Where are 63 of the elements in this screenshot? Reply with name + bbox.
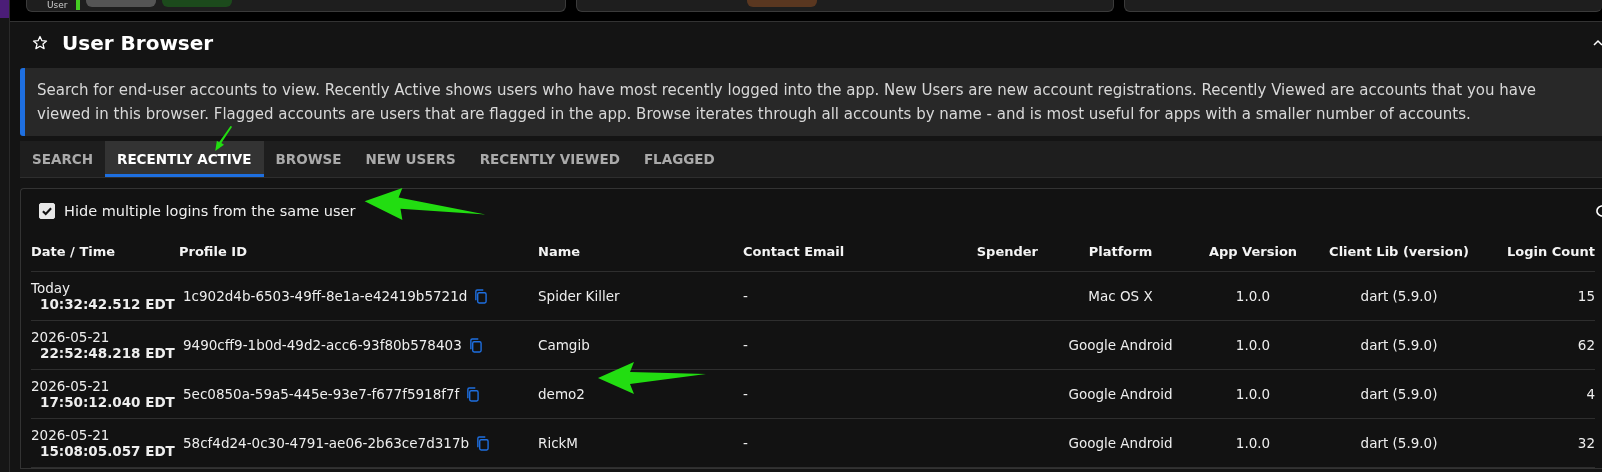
date-text: 2026-05-21: [31, 329, 110, 345]
profile-id: 9490cff9-1b0d-49d2-acc6-93f80b578403: [183, 337, 462, 353]
table-cell: dart (5.9.0): [1303, 370, 1495, 419]
column-header: Profile ID: [179, 233, 538, 272]
table-cell: 1.0.0: [1203, 272, 1303, 321]
tab[interactable]: RECENTLY VIEWED: [467, 141, 632, 177]
time-text: 17:50:12.040 EDT: [39, 394, 175, 410]
table-cell: Google Android: [1038, 321, 1203, 370]
table-cell: -: [743, 370, 943, 419]
time-text: 22:52:48.218 EDT: [39, 345, 175, 361]
tab[interactable]: RECENTLY ACTIVE: [105, 141, 264, 177]
copy-icon[interactable]: [476, 435, 490, 451]
annotation-arrow: [214, 126, 234, 152]
table-cell: Google Android: [1038, 419, 1203, 468]
column-header: Name: [538, 233, 743, 272]
column-header: Date / Time: [31, 233, 179, 272]
table-cell: RickM: [538, 419, 743, 468]
table-cell: 1.0.0: [1203, 321, 1303, 370]
tab[interactable]: FLAGGED: [631, 141, 727, 177]
table-cell: dart (5.9.0): [1303, 419, 1495, 468]
column-header: Login Count: [1495, 233, 1595, 272]
table-cell: -: [743, 419, 943, 468]
status-pill: [747, 0, 817, 7]
profile-id: 1c902d4b-6503-49ff-8e1a-e42419b5721d: [183, 288, 468, 304]
table-cell: dart (5.9.0): [1303, 272, 1495, 321]
tab[interactable]: BROWSE: [263, 141, 354, 177]
column-header: Platform: [1038, 233, 1203, 272]
date-text: Today: [31, 280, 71, 296]
date-text: 2026-05-21: [31, 378, 110, 394]
star-icon[interactable]: [32, 35, 48, 51]
card-label: User: [27, 0, 80, 10]
table-cell: -: [743, 321, 943, 370]
table-cell: Google Android: [1038, 370, 1203, 419]
table-cell: 1.0.0: [1203, 419, 1303, 468]
profile-id: 58cf4d24-0c30-4791-ae06-2b63ce7d317b: [183, 435, 470, 451]
table-cell: 15: [1495, 272, 1595, 321]
profile-id: 5ec0850a-59a5-445e-93e7-f677f5918f7f: [183, 386, 460, 402]
copy-icon[interactable]: [468, 337, 482, 353]
date-text: 2026-05-21: [31, 427, 110, 443]
tab[interactable]: NEW USERS: [353, 141, 468, 177]
table-cell: Spider Killer: [538, 272, 743, 321]
copy-icon[interactable]: [474, 288, 488, 304]
column-header: Contact Email: [743, 233, 943, 272]
tab[interactable]: SEARCH: [20, 141, 105, 177]
time-text: 15:08:05.057 EDT: [39, 443, 175, 459]
checkbox[interactable]: [39, 203, 55, 219]
table-cell: dart (5.9.0): [1303, 321, 1495, 370]
time-text: 10:32:42.512 EDT: [39, 296, 175, 312]
status-pill: [161, 0, 232, 7]
info-text: Search for end-user accounts to view. Recently Active shows users who have most recently logged into the app. New Users are new account registrations. Recently Viewed are accounts that you have viewed in this browser. Flagged accounts are users that are flagged in the app. Browse iterates through all accounts by name - and is most useful for apps with a smaller number of accounts.: [20, 68, 1602, 136]
hide-duplicates-checkbox[interactable]: Hide multiple logins from the same user: [39, 203, 1594, 219]
panel-title: User Browser: [62, 31, 215, 55]
table-cell: Mac OS X: [1038, 272, 1203, 321]
table-cell: -: [743, 272, 943, 321]
table-cell: 62: [1495, 321, 1595, 370]
table-cell: 4: [1495, 370, 1595, 419]
table-cell: 32: [1495, 419, 1595, 468]
status-pill: [85, 0, 156, 7]
column-header: Client Lib (version): [1303, 233, 1495, 272]
copy-icon[interactable]: [466, 386, 480, 402]
column-header: App Version: [1203, 233, 1303, 272]
column-header: Spender: [943, 233, 1038, 272]
table-cell: 1.0.0: [1203, 370, 1303, 419]
